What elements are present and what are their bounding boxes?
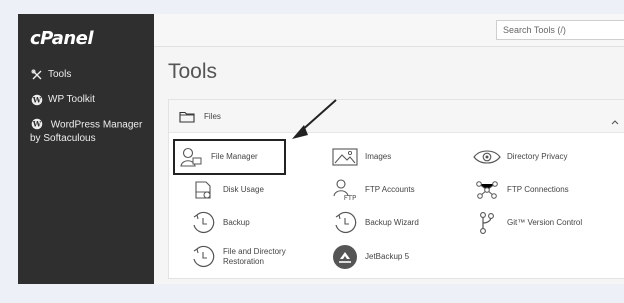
- tool-backup[interactable]: Backup: [189, 209, 250, 237]
- jetbackup-icon: [331, 244, 359, 270]
- disk-icon: [189, 177, 217, 203]
- sidebar-item-tools[interactable]: Tools: [30, 68, 148, 81]
- files-panel: Files File Manager Images Directory Priv…: [168, 99, 624, 279]
- tools-icon: [30, 68, 43, 81]
- main-content: Tools Files File Manager: [154, 14, 624, 284]
- cpanel-window: cPanel Tools W WP Toolkit W WordPress Ma…: [18, 14, 624, 284]
- backup-wizard-icon: [331, 210, 359, 236]
- tool-label: FTP Connections: [507, 185, 569, 194]
- top-bar: [154, 14, 624, 47]
- sidebar-item-label: WordPress Manager by Softaculous: [30, 119, 143, 144]
- restore-icon: [189, 244, 217, 270]
- search-input[interactable]: [496, 20, 624, 40]
- ftp-user-icon: FTP: [331, 177, 359, 203]
- sidebar-item-wp-toolkit[interactable]: W WP Toolkit: [30, 93, 148, 106]
- folder-icon: [179, 110, 195, 128]
- tool-git-version-control[interactable]: Git™ Version Control: [473, 209, 582, 237]
- tool-file-directory-restoration[interactable]: File and Directory Restoration: [189, 243, 309, 271]
- tool-label: File and Directory Restoration: [223, 247, 286, 266]
- tool-label: Images: [365, 152, 392, 161]
- svg-text:W: W: [31, 95, 41, 104]
- panel-title: Files: [204, 112, 221, 121]
- tool-label: Backup Wizard: [365, 218, 419, 227]
- tool-directory-privacy[interactable]: Directory Privacy: [473, 143, 567, 171]
- wordpress-icon: W: [30, 117, 43, 130]
- tool-label: File Manager: [211, 152, 258, 161]
- backup-icon: [189, 210, 217, 236]
- svg-text:FTP: FTP: [344, 194, 356, 202]
- file-manager-icon: [177, 144, 205, 170]
- files-panel-header[interactable]: Files: [169, 100, 624, 133]
- tool-images[interactable]: Images: [331, 143, 391, 171]
- connections-icon: [473, 177, 501, 203]
- tool-backup-wizard[interactable]: Backup Wizard: [331, 209, 419, 237]
- eye-icon: [473, 144, 501, 170]
- page-title: Tools: [168, 60, 218, 83]
- tool-label: Directory Privacy: [507, 152, 568, 161]
- tool-label: Git™ Version Control: [507, 218, 583, 227]
- tool-label: FTP Accounts: [365, 185, 415, 194]
- tool-label: Disk Usage: [223, 185, 264, 194]
- chevron-up-icon[interactable]: [611, 112, 619, 130]
- tool-ftp-accounts[interactable]: FTP FTP Accounts: [331, 176, 415, 204]
- tool-jetbackup-5[interactable]: JetBackup 5: [331, 243, 409, 271]
- tool-label: Backup: [223, 218, 250, 227]
- images-icon: [331, 144, 359, 170]
- sidebar-item-wordpress-manager[interactable]: W WordPress Manager by Softaculous: [30, 117, 148, 145]
- tool-ftp-connections[interactable]: FTP Connections: [473, 176, 569, 204]
- wordpress-icon: W: [30, 93, 43, 106]
- git-icon: [473, 210, 501, 236]
- tool-file-manager[interactable]: File Manager: [173, 139, 286, 175]
- svg-text:W: W: [31, 119, 41, 128]
- tool-label: JetBackup 5: [365, 252, 410, 261]
- sidebar-item-label: WP Toolkit: [48, 94, 95, 105]
- sidebar-item-label: Tools: [48, 69, 72, 80]
- sidebar: cPanel Tools W WP Toolkit W WordPress Ma…: [18, 14, 154, 284]
- cpanel-logo[interactable]: cPanel: [30, 28, 94, 49]
- tool-disk-usage[interactable]: Disk Usage: [189, 176, 264, 204]
